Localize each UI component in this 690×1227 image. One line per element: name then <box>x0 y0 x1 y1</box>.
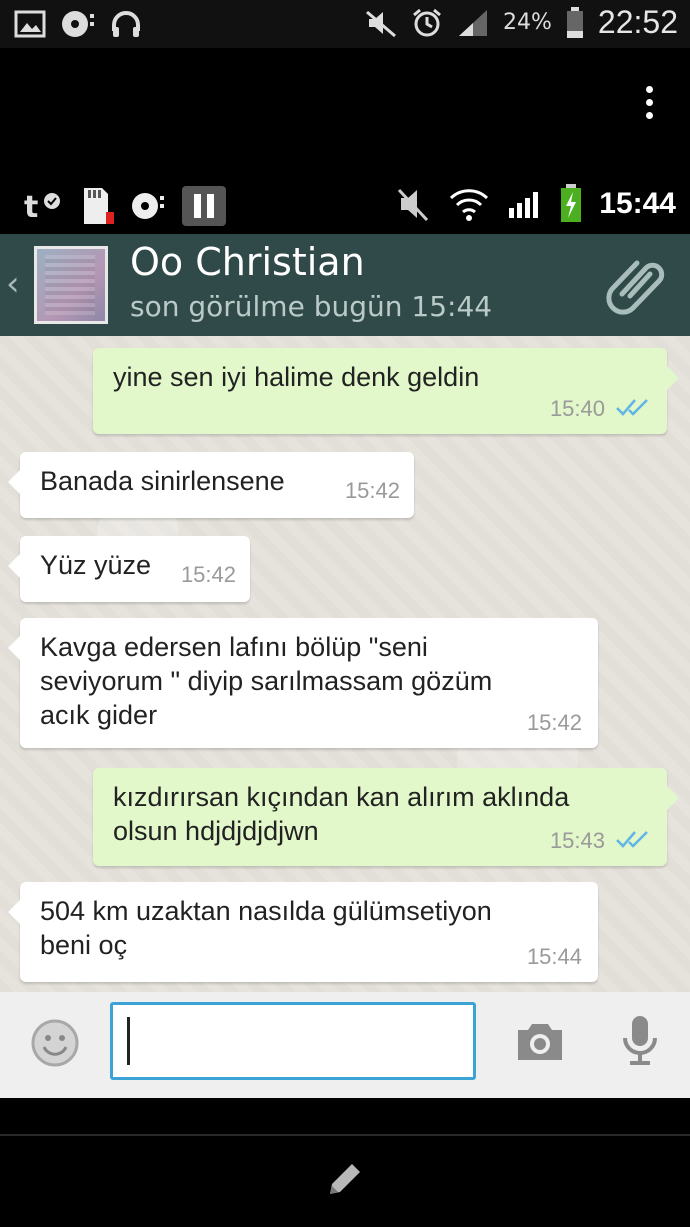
chat-header: ‹ Oo Christian son görülme bugün 15:44 <box>0 234 690 336</box>
incoming-message[interactable]: Banada sinirlensene 15:42 <box>8 452 414 518</box>
message-time: 15:44 <box>526 944 582 969</box>
read-receipt-icon <box>615 392 651 426</box>
signal-icon <box>457 8 489 38</box>
message-time: 15:40 <box>549 396 605 421</box>
mute-icon <box>397 184 431 224</box>
svg-text:t: t <box>24 190 38 223</box>
gallery-icon <box>14 8 46 40</box>
overflow-menu-icon[interactable] <box>644 86 654 120</box>
contact-name[interactable]: Oo Christian <box>130 240 365 284</box>
text-cursor <box>127 1017 130 1065</box>
battery-charging-icon <box>559 184 583 224</box>
battery-percent: 24% <box>503 10 552 35</box>
outgoing-message[interactable]: yine sen iyi halime denk geldin 15:40 <box>93 348 679 434</box>
sd-card-icon <box>80 186 114 226</box>
message-time: 15:43 <box>549 828 605 853</box>
outer-clock: 22:52 <box>597 4 678 40</box>
wifi-icon <box>447 186 491 222</box>
alarm-icon <box>411 7 443 39</box>
headphones-icon <box>110 8 142 40</box>
message-time: 15:42 <box>344 478 400 503</box>
microphone-icon[interactable] <box>620 1014 660 1074</box>
music-disc-icon <box>60 8 96 40</box>
message-text: Banada sinirlensene <box>40 466 285 496</box>
inner-status-bar: t 15:44 <box>0 178 690 234</box>
chevron-left-icon[interactable]: ‹ <box>6 264 20 304</box>
smiley-icon[interactable] <box>30 1018 80 1072</box>
incoming-message[interactable]: 504 km uzaktan nasılda gülümsetiyon beni… <box>8 882 598 982</box>
last-seen-status: son görülme bugün 15:44 <box>130 290 493 323</box>
message-text: yine sen iyi halime denk geldin <box>113 362 480 392</box>
mute-icon <box>365 8 397 38</box>
battery-icon <box>566 6 584 39</box>
divider <box>0 1134 690 1136</box>
avatar[interactable] <box>34 246 108 324</box>
incoming-message[interactable]: Kavga edersen lafını bölüp "seni seviyor… <box>8 618 598 748</box>
message-time: 15:42 <box>526 710 582 735</box>
message-input-bar <box>0 992 690 1098</box>
outgoing-message[interactable]: kızdırırsan kıçından kan alırım aklında … <box>93 768 679 866</box>
pencil-icon[interactable] <box>326 1160 364 1202</box>
chat-messages[interactable]: yine sen iyi halime denk geldin 15:40 Ba… <box>0 336 690 992</box>
message-text: Yüz yüze <box>40 550 152 580</box>
message-input[interactable] <box>110 1002 476 1080</box>
read-receipt-icon <box>615 824 651 858</box>
message-text: Kavga edersen lafını bölüp "seni seviyor… <box>40 632 493 730</box>
t-mobile-icon: t <box>24 189 64 223</box>
message-time: 15:42 <box>180 562 236 587</box>
paperclip-icon[interactable] <box>604 254 668 322</box>
signal-icon <box>507 188 543 220</box>
inner-clock: 15:44 <box>599 187 676 220</box>
message-text: 504 km uzaktan nasılda gülümsetiyon beni… <box>40 896 492 960</box>
incoming-message[interactable]: Yüz yüze 15:42 <box>8 536 250 602</box>
camera-icon[interactable] <box>514 1022 566 1066</box>
outer-status-bar: 24% 22:52 <box>0 0 690 48</box>
pause-icon <box>182 186 226 226</box>
music-disc-icon <box>130 190 166 222</box>
